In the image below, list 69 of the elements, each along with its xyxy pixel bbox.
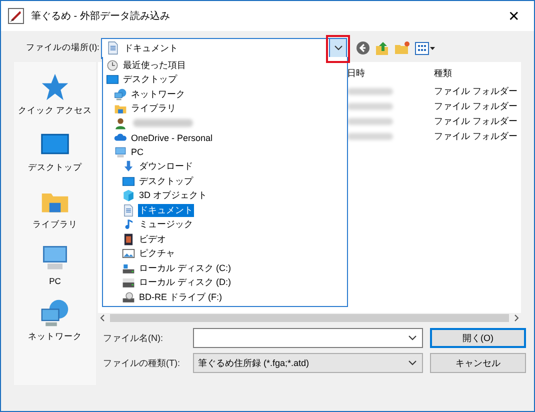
back-icon[interactable]: [356, 41, 370, 55]
dropdown-item[interactable]: ドキュメント: [138, 204, 194, 217]
dropdown-item[interactable]: ローカル ディスク (D:): [138, 276, 232, 290]
film-icon: [122, 232, 135, 246]
dropdown-item[interactable]: デスクトップ: [138, 174, 194, 188]
cancel-button[interactable]: キャンセル: [430, 353, 526, 373]
blurred-text: [347, 118, 393, 125]
window-title: 筆ぐるめ - 外部データ読み込み: [31, 10, 170, 23]
drive-icon: [122, 262, 135, 275]
network-icon: [114, 88, 127, 101]
computer-icon: [114, 146, 127, 159]
dropdown-item[interactable]: 3D オブジェクト: [138, 189, 208, 202]
network-icon: [40, 298, 70, 328]
new-folder-icon[interactable]: [394, 41, 410, 55]
picture-icon: [122, 247, 135, 260]
document-icon: [122, 204, 135, 217]
dropdown-item[interactable]: ピクチャ: [138, 247, 176, 260]
filename-label: ファイル名(N):: [103, 332, 164, 344]
file-type-dropdown[interactable]: 筆ぐるめ住所録 (*.fga;*.atd): [193, 353, 423, 373]
dropdown-item[interactable]: ミュージック: [138, 218, 194, 232]
person-icon: [114, 116, 127, 130]
dropdown-item[interactable]: デスクトップ: [122, 73, 178, 86]
blurred-text: [347, 103, 393, 110]
app-icon: [8, 8, 24, 24]
dropdown-item[interactable]: BD-RE ドライブ (F:): [138, 290, 223, 304]
blurred-text: [347, 133, 393, 140]
dropdown-item[interactable]: ダウンロード: [138, 160, 194, 174]
location-label: ファイルの場所(I):: [26, 42, 100, 54]
dropdown-button[interactable]: [329, 38, 346, 58]
chevron-down-icon: [334, 45, 342, 51]
file-type-label: ファイルの種類(T):: [103, 356, 181, 370]
dropdown-item[interactable]: ネットワーク: [130, 88, 186, 101]
drive-icon: [122, 276, 135, 290]
close-button[interactable]: ✕: [494, 1, 534, 31]
view-menu-icon[interactable]: [415, 42, 435, 54]
blurred-text: [347, 88, 393, 95]
sidebar-item[interactable]: ネットワーク: [28, 298, 82, 343]
filename-field[interactable]: [193, 328, 423, 348]
sidebar-item[interactable]: デスクトップ: [28, 129, 82, 174]
desktop-icon: [122, 174, 135, 188]
download-icon: [122, 160, 135, 174]
desktop-icon: [106, 73, 119, 86]
chevron-down-icon: [408, 360, 417, 366]
dropdown-item[interactable]: 最近使った項目: [122, 58, 187, 72]
dropdown-item[interactable]: ライブラリ: [130, 102, 177, 116]
table-cell-text: ファイル フォルダー: [434, 100, 519, 113]
sidebar-item[interactable]: クイック アクセス: [18, 72, 92, 117]
cube-icon: [122, 189, 135, 202]
dropdown-item[interactable]: OneDrive - Personal: [130, 132, 214, 143]
location-dropdown[interactable]: ドキュメント: [101, 38, 347, 58]
folder-up-icon[interactable]: [375, 40, 389, 56]
disc-drive-icon: [122, 290, 135, 304]
horizontal-scrollbar[interactable]: [98, 313, 521, 323]
column-header[interactable]: 種類: [434, 66, 521, 80]
dropdown-item[interactable]: ビデオ: [138, 232, 167, 246]
clock-icon: [106, 58, 119, 72]
sidebar-item[interactable]: PC: [40, 243, 70, 286]
location-value: ドキュメント: [124, 42, 179, 54]
sidebar-item[interactable]: ライブラリ: [32, 186, 78, 231]
table-cell-text: ファイル フォルダー: [434, 85, 519, 98]
document-icon: [106, 41, 120, 55]
table-cell-text: ファイル フォルダー: [434, 115, 519, 128]
table-cell-text: ファイル フォルダー: [434, 130, 519, 143]
chevron-down-icon: [408, 335, 417, 341]
open-button[interactable]: 開く(O): [430, 328, 526, 348]
star-icon: [40, 72, 70, 102]
dropdown-item[interactable]: ローカル ディスク (C:): [138, 262, 232, 275]
dropdown-item[interactable]: PC: [130, 147, 145, 158]
column-header[interactable]: 日時: [347, 66, 434, 80]
